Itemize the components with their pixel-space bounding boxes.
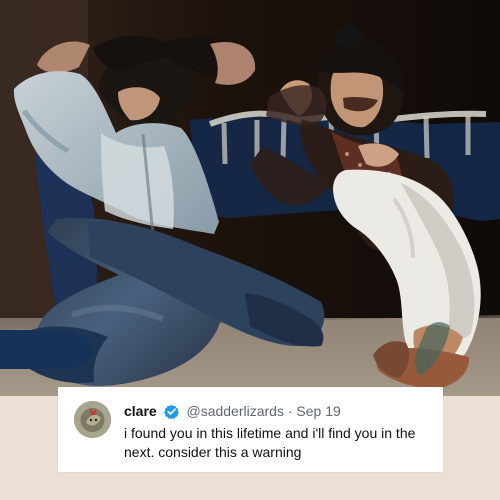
post-frame: clare @sadderlizards · Sep 19 i found yo… [0, 0, 500, 500]
tweet-card[interactable]: clare @sadderlizards · Sep 19 i found yo… [58, 387, 443, 472]
handle[interactable]: @sadderlizards [186, 403, 283, 419]
tweet-header: clare @sadderlizards · Sep 19 [124, 402, 429, 420]
display-name[interactable]: clare [124, 403, 157, 419]
vintage-photo [0, 0, 500, 396]
meta-separator: · [287, 403, 293, 419]
tweet-date[interactable]: Sep 19 [296, 403, 340, 419]
verified-check-icon [163, 404, 179, 419]
avatar[interactable] [74, 401, 111, 438]
tweet-text: i found you in this lifetime and i'll fi… [124, 425, 416, 460]
